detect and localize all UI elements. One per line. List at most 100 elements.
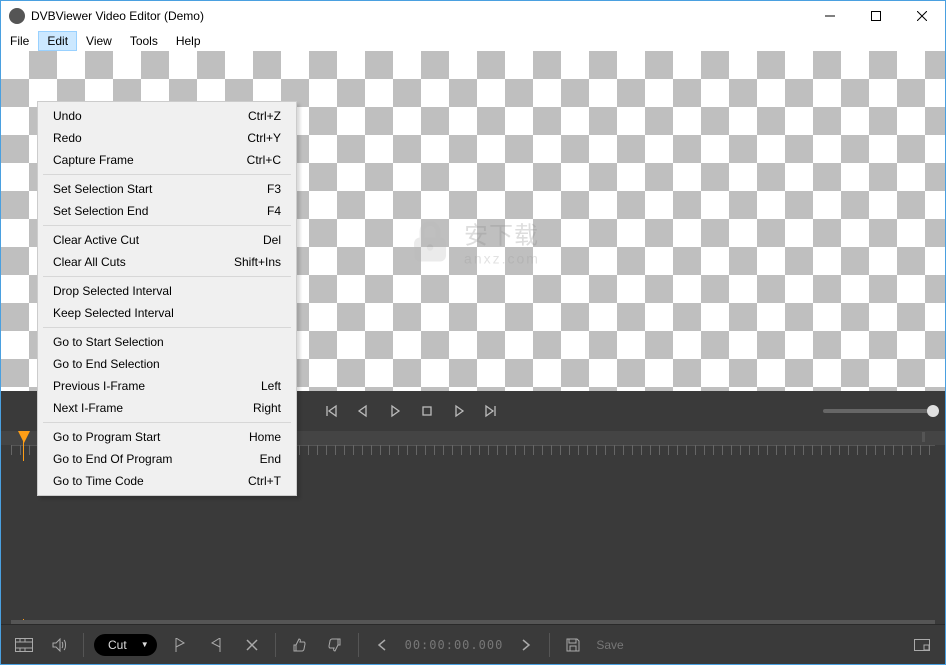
play-button[interactable] (381, 397, 409, 425)
bottom-toolbar: Cut ▼ 00:00:00.000 (1, 624, 945, 664)
separator (549, 633, 550, 657)
goto-end-button[interactable] (477, 397, 505, 425)
menu-item-label: Go to Start Selection (53, 335, 281, 349)
menu-item-redo[interactable]: RedoCtrl+Y (41, 127, 293, 149)
menu-item-shortcut: Left (261, 379, 281, 393)
edit-dropdown: UndoCtrl+ZRedoCtrl+YCapture FrameCtrl+CS… (37, 101, 297, 496)
watermark: 安下载 anxz.com (406, 216, 540, 267)
menubar: File Edit View Tools Help (1, 31, 945, 51)
audio-icon[interactable] (47, 632, 73, 658)
menu-item-label: Keep Selected Interval (53, 306, 281, 320)
filmstrip-icon[interactable] (11, 632, 37, 658)
menu-item-label: Go to Program Start (53, 430, 249, 444)
separator (83, 633, 84, 657)
thumbs-up-icon[interactable] (286, 632, 312, 658)
layout-icon[interactable] (909, 632, 935, 658)
menu-item-shortcut: End (260, 452, 281, 466)
menu-item-shortcut: Shift+Ins (234, 255, 281, 269)
menu-separator (43, 174, 291, 175)
menu-item-shortcut: Ctrl+Y (247, 131, 281, 145)
menu-separator (43, 422, 291, 423)
menu-item-go-to-start-selection[interactable]: Go to Start Selection (41, 331, 293, 353)
menu-item-go-to-time-code[interactable]: Go to Time CodeCtrl+T (41, 470, 293, 492)
menu-item-previous-i-frame[interactable]: Previous I-FrameLeft (41, 375, 293, 397)
window-title: DVBViewer Video Editor (Demo) (31, 9, 807, 23)
watermark-text: 安下载 (464, 216, 540, 251)
menu-item-shortcut: Home (249, 430, 281, 444)
menu-item-shortcut: Ctrl+C (247, 153, 281, 167)
mark-out-button[interactable] (203, 632, 229, 658)
maximize-button[interactable] (853, 1, 899, 31)
menu-item-label: Clear All Cuts (53, 255, 234, 269)
separator (358, 633, 359, 657)
menu-item-shortcut: F3 (267, 182, 281, 196)
menu-item-capture-frame[interactable]: Capture FrameCtrl+C (41, 149, 293, 171)
menu-item-next-i-frame[interactable]: Next I-FrameRight (41, 397, 293, 419)
menu-item-keep-selected-interval[interactable]: Keep Selected Interval (41, 302, 293, 324)
menu-item-clear-active-cut[interactable]: Clear Active CutDel (41, 229, 293, 251)
titlebar: DVBViewer Video Editor (Demo) (1, 1, 945, 31)
cut-mode-label: Cut (108, 638, 127, 652)
menu-item-shortcut: Ctrl+T (248, 474, 281, 488)
content-area: UndoCtrl+ZRedoCtrl+YCapture FrameCtrl+CS… (1, 51, 945, 664)
menu-item-label: Undo (53, 109, 248, 123)
menu-item-label: Set Selection End (53, 204, 267, 218)
stop-button[interactable] (413, 397, 441, 425)
step-forward-button[interactable] (445, 397, 473, 425)
next-cut-button[interactable] (513, 632, 539, 658)
prev-cut-button[interactable] (369, 632, 395, 658)
timeline-scrollbar[interactable] (11, 620, 935, 624)
menu-separator (43, 276, 291, 277)
menu-item-shortcut: Ctrl+Z (248, 109, 281, 123)
volume-slider[interactable] (823, 409, 933, 413)
menu-item-drop-selected-interval[interactable]: Drop Selected Interval (41, 280, 293, 302)
lock-icon (406, 217, 454, 265)
menu-item-clear-all-cuts[interactable]: Clear All CutsShift+Ins (41, 251, 293, 273)
separator (275, 633, 276, 657)
menu-help[interactable]: Help (167, 31, 210, 51)
menu-item-label: Redo (53, 131, 247, 145)
menu-item-set-selection-end[interactable]: Set Selection EndF4 (41, 200, 293, 222)
menu-item-label: Set Selection Start (53, 182, 267, 196)
menu-item-undo[interactable]: UndoCtrl+Z (41, 105, 293, 127)
menu-item-label: Clear Active Cut (53, 233, 263, 247)
menu-view[interactable]: View (77, 31, 121, 51)
menu-item-set-selection-start[interactable]: Set Selection StartF3 (41, 178, 293, 200)
in-marker-icon[interactable] (18, 431, 30, 443)
save-label[interactable]: Save (596, 638, 623, 652)
menu-item-label: Go to End Of Program (53, 452, 260, 466)
app-window: DVBViewer Video Editor (Demo) File Edit … (0, 0, 946, 665)
close-button[interactable] (899, 1, 945, 31)
menu-item-go-to-end-selection[interactable]: Go to End Selection (41, 353, 293, 375)
menu-edit[interactable]: Edit (38, 31, 77, 51)
menu-item-label: Capture Frame (53, 153, 247, 167)
slider-thumb[interactable] (927, 405, 939, 417)
menu-item-shortcut: Right (253, 401, 281, 415)
menu-separator (43, 225, 291, 226)
menu-item-label: Go to Time Code (53, 474, 248, 488)
menu-item-go-to-program-start[interactable]: Go to Program StartHome (41, 426, 293, 448)
menu-item-shortcut: Del (263, 233, 281, 247)
cut-mode-dropdown[interactable]: Cut ▼ (94, 634, 157, 656)
thumbs-down-icon[interactable] (322, 632, 348, 658)
menu-item-go-to-end-of-program[interactable]: Go to End Of ProgramEnd (41, 448, 293, 470)
minimize-button[interactable] (807, 1, 853, 31)
end-marker-icon[interactable] (922, 432, 925, 442)
menu-item-label: Previous I-Frame (53, 379, 261, 393)
delete-cut-button[interactable] (239, 632, 265, 658)
save-icon[interactable] (560, 632, 586, 658)
menu-item-shortcut: F4 (267, 204, 281, 218)
watermark-sub: anxz.com (464, 251, 540, 267)
menu-tools[interactable]: Tools (121, 31, 167, 51)
menu-item-label: Go to End Selection (53, 357, 281, 371)
app-icon (9, 8, 25, 24)
step-back-button[interactable] (349, 397, 377, 425)
menu-file[interactable]: File (1, 31, 38, 51)
dropdown-arrow-icon: ▼ (141, 640, 149, 649)
mark-in-button[interactable] (167, 632, 193, 658)
menu-item-label: Next I-Frame (53, 401, 253, 415)
goto-start-button[interactable] (317, 397, 345, 425)
menu-item-label: Drop Selected Interval (53, 284, 281, 298)
timecode-display: 00:00:00.000 (405, 638, 504, 652)
menu-separator (43, 327, 291, 328)
